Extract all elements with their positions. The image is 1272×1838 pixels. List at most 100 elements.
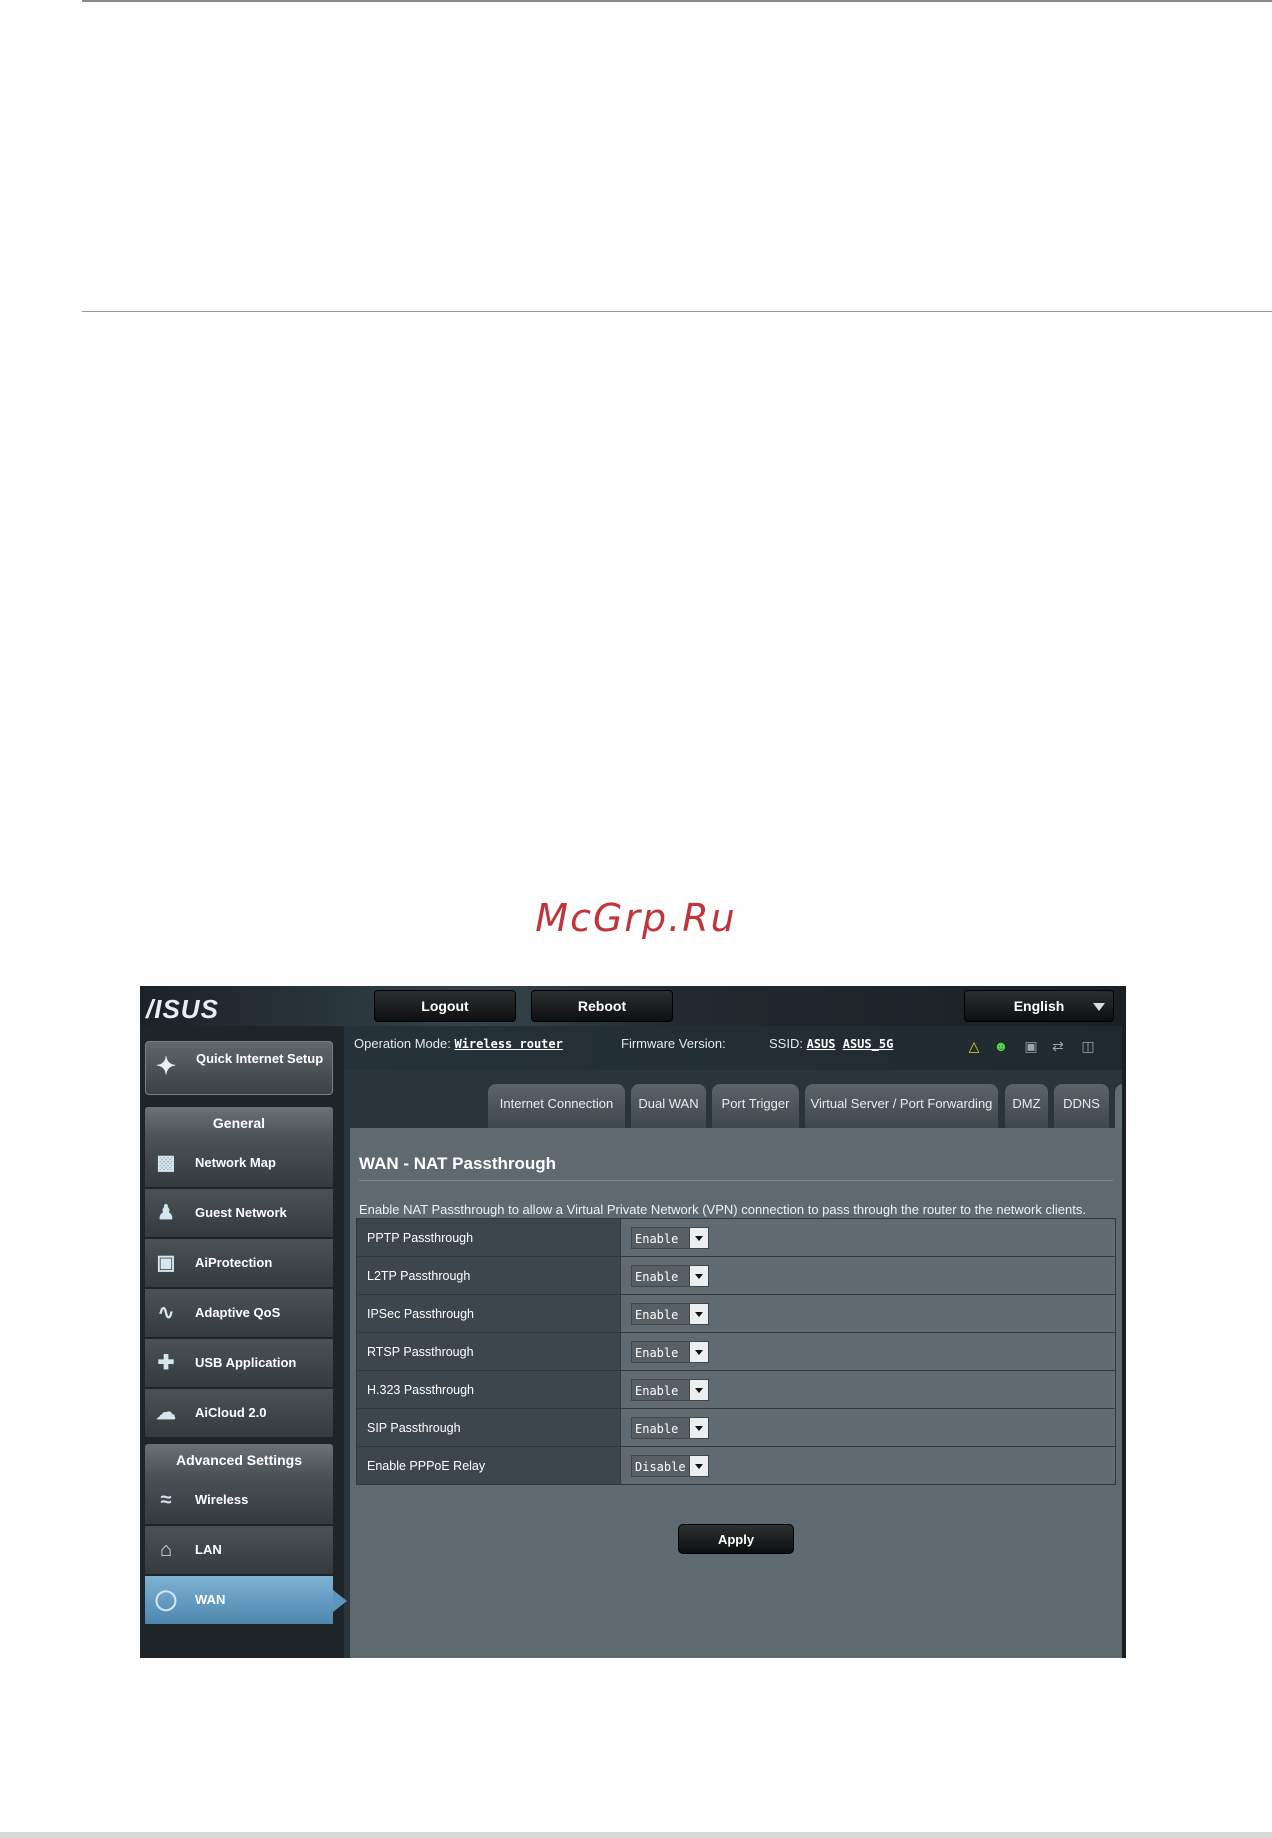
tab-port-trigger[interactable]: Port Trigger <box>712 1084 799 1128</box>
apply-button[interactable]: Apply <box>678 1524 794 1554</box>
nav-label: Network Map <box>195 1155 276 1170</box>
pptp-select[interactable]: Enable <box>631 1226 709 1249</box>
advanced-settings-header: Advanced Settings <box>145 1444 333 1476</box>
op-mode-link[interactable]: Wireless router <box>454 1037 562 1051</box>
row-label: Enable PPPoE Relay <box>356 1446 621 1485</box>
row-label: PPTP Passthrough <box>356 1218 621 1257</box>
page-description: Enable NAT Passthrough to allow a Virtua… <box>359 1202 1086 1217</box>
rtsp-select[interactable]: Enable <box>631 1340 709 1363</box>
network-icon[interactable]: ▣ <box>1023 1038 1039 1054</box>
general-header: General <box>145 1107 333 1139</box>
row-label: SIP Passthrough <box>356 1408 621 1447</box>
dropdown-arrow-icon <box>689 1227 708 1248</box>
row-label: IPSec Passthrough <box>356 1294 621 1333</box>
nav-label: USB Application <box>195 1355 297 1370</box>
tab-ddns[interactable]: DDNS <box>1054 1084 1109 1128</box>
tab-dmz[interactable]: DMZ <box>1005 1084 1048 1128</box>
nav-label: Wireless <box>195 1492 249 1507</box>
wifi-icon: ≈ <box>160 1489 172 1511</box>
nav-label: AiProtection <box>195 1255 273 1270</box>
nav-network-map[interactable]: ▩ Network Map <box>145 1139 333 1188</box>
ipsec-select[interactable]: Enable <box>631 1302 709 1325</box>
dropdown-arrow-icon <box>689 1303 708 1324</box>
language-label: English <box>1013 998 1065 1014</box>
guest-network-icon: ♟ <box>157 1202 175 1224</box>
firmware-label: Firmware Version: <box>621 1036 726 1051</box>
select-value: Enable <box>635 1231 679 1246</box>
select-value: Enable <box>635 1307 679 1322</box>
network-map-icon: ▩ <box>156 1152 176 1174</box>
nav-label: AiCloud 2.0 <box>195 1405 267 1420</box>
qis-label: Quick Internet Setup <box>196 1051 324 1066</box>
magic-wand-icon: ✦ <box>156 1053 177 1080</box>
cloud-icon: ☁ <box>156 1402 176 1424</box>
select-value: Enable <box>635 1383 679 1398</box>
asus-logo: /ISUS <box>146 994 219 1024</box>
dropdown-arrow-icon <box>689 1265 708 1286</box>
ssid-link-2[interactable]: ASUS_5G <box>843 1037 894 1051</box>
reboot-button[interactable]: Reboot <box>531 990 673 1022</box>
frame-edge <box>1122 986 1126 1658</box>
nav-wan[interactable]: ◯ WAN <box>145 1576 347 1625</box>
nav-guest-network[interactable]: ♟ Guest Network <box>145 1189 333 1238</box>
op-mode-label: Operation Mode: <box>354 1036 451 1051</box>
nav-aiprotection[interactable]: ▣ AiProtection <box>145 1239 333 1288</box>
chevron-down-icon <box>1093 1003 1105 1011</box>
page-title: WAN - NAT Passthrough <box>359 1154 557 1173</box>
l2tp-select[interactable]: Enable <box>631 1264 709 1287</box>
printer-icon[interactable]: ◫ <box>1080 1038 1096 1054</box>
select-value: Enable <box>635 1269 679 1284</box>
nav-label: Adaptive QoS <box>195 1305 281 1320</box>
language-select[interactable]: English <box>964 990 1114 1022</box>
nav-wireless[interactable]: ≈ Wireless <box>145 1476 333 1525</box>
op-mode: Operation Mode: Wireless router <box>354 1036 563 1051</box>
nav-label: LAN <box>195 1542 222 1557</box>
nav-label: Guest Network <box>195 1205 287 1220</box>
dropdown-arrow-icon <box>689 1455 708 1476</box>
table-row: SIP Passthrough Enable <box>356 1408 1116 1447</box>
dropdown-arrow-icon <box>689 1341 708 1362</box>
table-row: L2TP Passthrough Enable <box>356 1256 1116 1295</box>
usb-icon[interactable]: ⇄ <box>1050 1038 1066 1054</box>
row-label: RTSP Passthrough <box>356 1332 621 1371</box>
table-row: IPSec Passthrough Enable <box>356 1294 1116 1333</box>
select-value: Enable <box>635 1421 679 1436</box>
router-screenshot: /ISUS Logout Reboot English Operation Mo… <box>140 986 1126 1658</box>
settings-table: PPTP Passthrough Enable L2TP Passthrough… <box>356 1218 1116 1485</box>
dropdown-arrow-icon <box>689 1417 708 1438</box>
ssid-link-1[interactable]: ASUS <box>807 1037 836 1051</box>
dropdown-arrow-icon <box>689 1379 708 1400</box>
nav-aicloud[interactable]: ☁ AiCloud 2.0 <box>145 1389 333 1438</box>
trophy-icon[interactable]: △ <box>966 1038 982 1054</box>
nav-lan[interactable]: ⌂ LAN <box>145 1526 333 1575</box>
ssid-label: SSID: <box>769 1036 803 1051</box>
top-rule <box>82 0 1272 2</box>
top-bar: /ISUS Logout Reboot English <box>140 986 1126 1026</box>
user-icon[interactable]: ☻ <box>993 1038 1009 1054</box>
pppoe-relay-select[interactable]: Disable <box>631 1454 709 1477</box>
puzzle-icon: ✚ <box>157 1352 175 1374</box>
logout-button[interactable]: Logout <box>374 990 516 1022</box>
table-row: RTSP Passthrough Enable <box>356 1332 1116 1371</box>
active-pointer <box>333 1590 347 1612</box>
table-row: Enable PPPoE Relay Disable <box>356 1446 1116 1485</box>
lock-icon: ▣ <box>156 1252 176 1274</box>
sip-select[interactable]: Enable <box>631 1416 709 1439</box>
nav-adaptive-qos[interactable]: ∿ Adaptive QoS <box>145 1289 333 1338</box>
h323-select[interactable]: Enable <box>631 1378 709 1401</box>
watermark: McGrp.Ru <box>535 896 737 940</box>
nav-label: WAN <box>195 1592 226 1607</box>
tab-internet-connection[interactable]: Internet Connection <box>488 1084 625 1128</box>
nav-usb-application[interactable]: ✚ USB Application <box>145 1339 333 1388</box>
row-label: H.323 Passthrough <box>356 1370 621 1409</box>
tab-virtual-server[interactable]: Virtual Server / Port Forwarding <box>805 1084 998 1128</box>
globe-icon: ◯ <box>154 1589 178 1611</box>
tab-dual-wan[interactable]: Dual WAN <box>631 1084 706 1128</box>
qos-icon: ∿ <box>157 1302 175 1324</box>
select-value: Enable <box>635 1345 679 1360</box>
table-row: H.323 Passthrough Enable <box>356 1370 1116 1409</box>
row-label: L2TP Passthrough <box>356 1256 621 1295</box>
quick-internet-setup-button[interactable]: ✦ Quick Internet Setup <box>145 1041 333 1095</box>
bottom-strip <box>0 1832 1272 1838</box>
title-divider <box>359 1180 1113 1181</box>
